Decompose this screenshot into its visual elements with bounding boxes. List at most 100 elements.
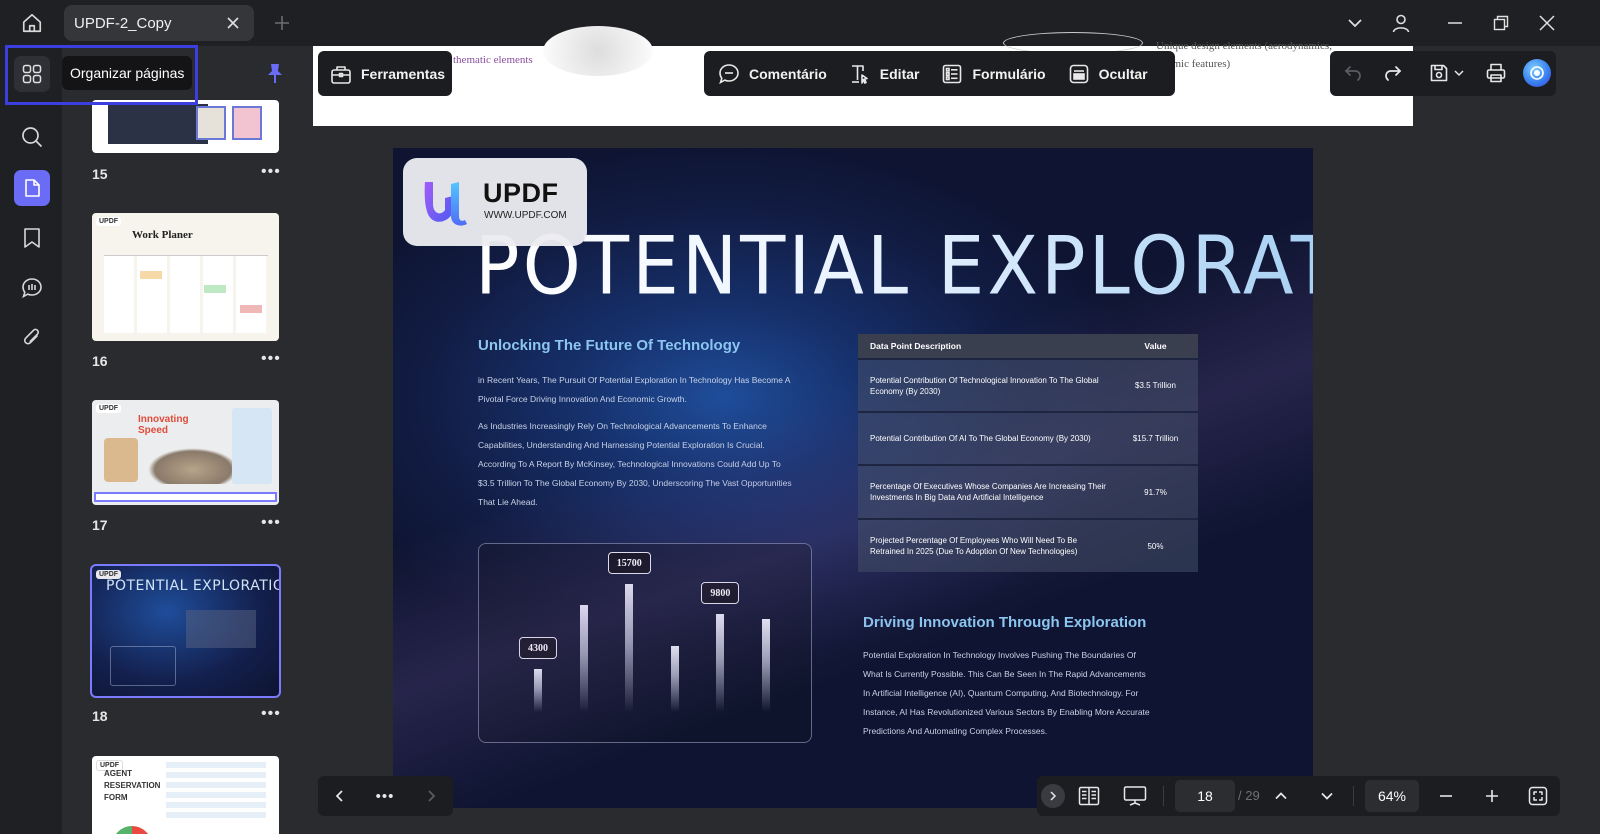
table-cell: Potential Contribution Of Technological … [870,375,1099,396]
page-total: / 29 [1238,788,1260,803]
search-button[interactable] [14,119,50,155]
printer-icon [1486,63,1506,83]
zoom-in-button[interactable] [1479,783,1505,809]
scroll-up-button[interactable] [1268,783,1294,809]
table-header-cell: Data Point Description [870,340,962,351]
thumbnail-page-16[interactable]: UPDF Work Planer [92,213,279,341]
main-toolbar: Comentário Editar Formulário Ocultar [704,51,1175,96]
close-window-button[interactable] [1534,10,1560,36]
expand-toolbar-button[interactable] [1041,784,1065,808]
tools-button[interactable]: Ferramentas [330,63,445,85]
fit-screen-icon [1528,786,1548,806]
thumb-caption: Innovating Speed [138,414,189,436]
thumbnails-button[interactable] [14,170,50,206]
tab-title: UPDF-2_Copy [74,14,172,32]
tabs-dropdown-button[interactable] [1342,10,1368,36]
pdf-page: UPDF WWW.UPDF.COM POTENTIAL EXPLORATION … [393,148,1313,808]
edit-text-icon [851,64,868,84]
redact-icon [1069,64,1088,83]
edit-button[interactable]: Editar [849,63,919,85]
paragraph-left: in Recent Years, The Pursuit Of Potentia… [478,371,794,520]
fit-page-button[interactable] [1525,783,1551,809]
page-number-input[interactable]: 18 [1175,780,1235,812]
restore-button[interactable] [1488,10,1514,36]
view-toolbar: 18 / 29 64% [1037,776,1560,816]
ai-assistant-button[interactable] [1523,59,1551,87]
next-page-button[interactable] [418,783,444,809]
comments-button[interactable] [14,270,50,306]
previous-page-button[interactable] [327,783,353,809]
save-icon [1430,64,1448,82]
thumb-caption: POTENTIAL EXPLORATION [106,578,279,594]
chart-bar [625,584,634,712]
page-number: 15 [92,166,108,182]
presentation-button[interactable] [1122,783,1148,809]
chart-data-label: 9800 [701,582,740,604]
table-row: Projected Percentage Of Employees Who Wi… [858,518,1198,572]
page-layout-button[interactable] [1076,783,1102,809]
organize-pages-button[interactable] [14,56,50,92]
bar-chart: 4300 15700 9800 [478,543,812,743]
chevron-right-icon [1050,791,1057,801]
table-cell: 50% [1147,541,1164,551]
attachments-button[interactable] [14,320,50,356]
thumb-caption: AGENT RESERVATION FORM [104,769,161,802]
minus-icon [1440,795,1452,797]
bookmarks-button[interactable] [14,220,50,256]
table-row: Potential Contribution Of Technological … [858,358,1198,411]
home-button[interactable] [14,9,50,37]
previous-page-image [543,26,653,76]
chart-bar [762,619,770,712]
tab-close-button[interactable] [224,14,242,32]
save-button[interactable] [1426,60,1452,86]
presentation-icon [1123,786,1147,806]
page-more-button[interactable]: ••• [261,705,281,723]
form-button[interactable]: Formulário [941,63,1046,85]
pin-icon [268,64,282,83]
document-tab[interactable]: UPDF-2_Copy [64,5,254,41]
thumbnail-page-17[interactable]: UPDF Innovating Speed [92,400,279,505]
chart-bar [534,669,542,712]
table-cell: Projected Percentage Of Employees Who Wi… [870,536,1078,556]
comment-button[interactable]: Comentário [718,63,827,85]
page-more-button[interactable]: ••• [261,514,281,532]
form-label: Formulário [972,65,1046,82]
thumbnail-page-19[interactable]: UPDF AGENT RESERVATION FORM [92,756,279,834]
bookmark-icon [24,228,40,248]
pin-panel-button[interactable] [266,62,284,84]
zoom-level-input[interactable]: 64% [1365,780,1419,812]
account-button[interactable] [1388,10,1414,36]
chevron-down-icon [1348,19,1362,28]
more-options-button[interactable]: ••• [372,783,398,809]
zoom-out-button[interactable] [1433,783,1459,809]
scroll-down-button[interactable] [1314,783,1340,809]
home-icon [22,13,42,33]
hide-button[interactable]: Ocultar [1068,63,1148,85]
chevron-left-icon [335,790,343,802]
page-more-button[interactable]: ••• [261,163,281,181]
table-cell: $15.7 Trillion [1132,434,1179,443]
close-icon [227,17,239,29]
chart-bar [670,646,679,712]
paragraph-text: As Industries Increasingly Rely On Techn… [478,421,792,507]
subheading-right: Driving Innovation Through Exploration [863,614,1147,631]
table-cell: Percentage Of Executives Whose Companies… [870,482,1106,502]
new-tab-button[interactable] [272,13,292,33]
redo-button[interactable] [1380,60,1406,86]
divider [1353,786,1354,806]
page-nav-toolbar: ••• [318,776,453,816]
paragraph-right: Potential Exploration In Technology Invo… [863,650,1150,736]
table-cell: Potential Contribution Of AI To The Glob… [870,434,1091,443]
chevron-down-icon [1454,70,1464,77]
title-bar: UPDF-2_Copy [0,0,1600,46]
data-table: Data Point Description Value Potential C… [858,334,1198,572]
page-more-button[interactable]: ••• [261,350,281,368]
undo-button[interactable] [1340,60,1366,86]
save-options-dropdown[interactable] [1452,60,1466,86]
page-number: 17 [92,517,108,533]
thumbnail-page-15[interactable] [92,100,279,153]
print-button[interactable] [1483,60,1509,86]
ai-assistant-icon [1530,66,1544,80]
minimize-button[interactable] [1442,10,1468,36]
thumbnail-page-18[interactable]: UPDF POTENTIAL EXPLORATION [90,564,281,698]
